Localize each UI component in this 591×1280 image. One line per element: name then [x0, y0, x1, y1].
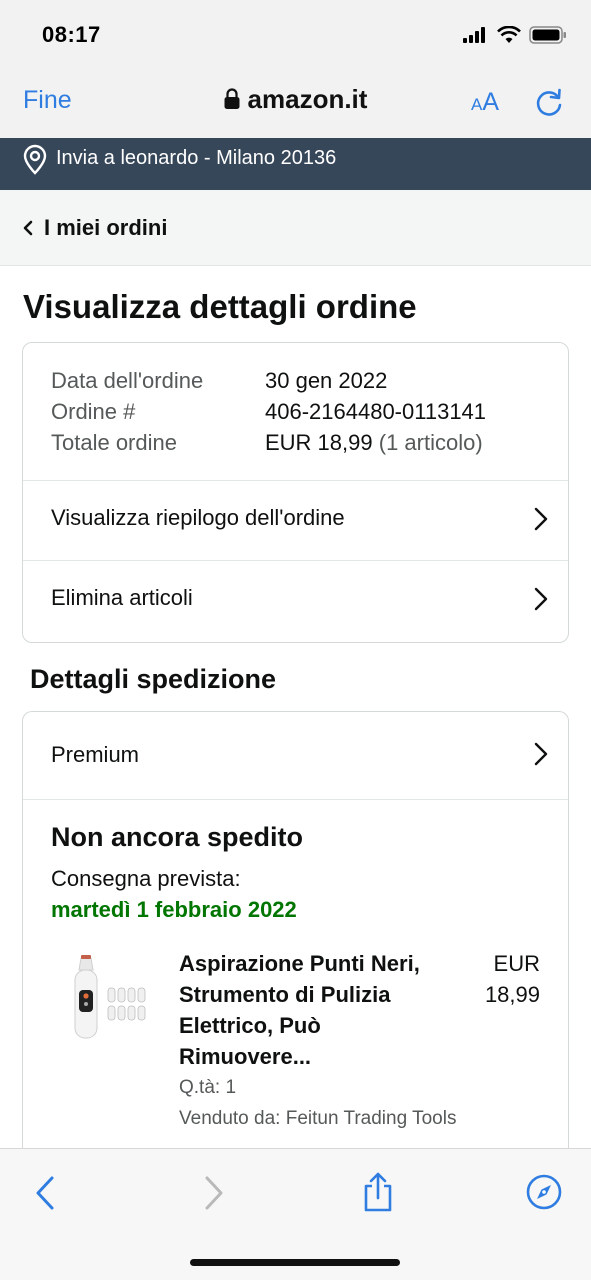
text-size-button[interactable]: AA [471, 88, 499, 117]
chevron-right-icon [534, 587, 548, 611]
deliver-to-bar[interactable]: Invia a leonardo - Milano 20136 [0, 138, 591, 190]
page-title: Visualizza dettagli ordine [23, 288, 417, 325]
order-total-label: Totale ordine [51, 430, 177, 455]
product-seller: Venduto da: Feitun Trading Tools [179, 1108, 457, 1129]
order-date-value: 30 gen 2022 [265, 368, 388, 393]
view-order-summary-label: Visualizza riepilogo dell'ordine [51, 505, 345, 530]
url-field[interactable]: amazon.it [0, 84, 591, 115]
lock-icon [224, 88, 240, 109]
deliver-to-text: Invia a leonardo - Milano 20136 [56, 147, 337, 169]
shipping-section-title: Dettagli spedizione [30, 664, 277, 694]
breadcrumb-label: I miei ordini [44, 215, 168, 240]
breadcrumb[interactable]: I miei ordini [0, 190, 591, 266]
share-icon[interactable] [361, 1171, 395, 1213]
delete-items-label: Elimina articoli [51, 585, 193, 610]
order-number-label: Ordine # [51, 399, 136, 424]
order-info-row: Ordine # 406-2164480-0113141 [51, 396, 486, 427]
order-number-value: 406-2164480-0113141 [265, 399, 487, 424]
compass-icon[interactable] [525, 1173, 563, 1211]
location-pin-icon [23, 144, 47, 175]
url-text: amazon.it [247, 84, 368, 114]
chevron-left-icon [23, 220, 33, 236]
product-price: EUR 18,99 [450, 948, 540, 1010]
order-info-row: Data dell'ordine 30 gen 2022 [51, 365, 486, 396]
forward-icon[interactable] [203, 1175, 225, 1211]
estimated-delivery-label: Consegna prevista: [51, 866, 241, 891]
wifi-icon [497, 26, 521, 43]
premium-shipping-row[interactable]: Premium [23, 712, 568, 800]
premium-label: Premium [51, 742, 140, 767]
reload-icon[interactable] [534, 86, 564, 118]
product-image[interactable] [63, 950, 153, 1050]
product-quantity: Q.tà: 1 [179, 1077, 237, 1098]
product-price-amount: 18,99 [484, 982, 540, 1007]
order-info-row: Totale ordine EUR 18,99 (1 articolo) [51, 427, 486, 458]
home-indicator [190, 1259, 400, 1266]
view-order-summary-link[interactable]: Visualizza riepilogo dell'ordine [23, 480, 568, 560]
order-summary-card: Data dell'ordine 30 gen 2022 Ordine # 40… [22, 342, 569, 643]
delete-items-link[interactable]: Elimina articoli [23, 560, 568, 640]
browser-address-bar: Fine amazon.it AA [0, 72, 591, 138]
chevron-right-icon [534, 742, 548, 766]
estimated-delivery-date: martedì 1 febbraio 2022 [51, 897, 297, 922]
product-price-currency: EUR [493, 951, 540, 976]
back-icon[interactable] [34, 1175, 56, 1211]
shipping-card: Premium Non ancora spedito Consegna prev… [22, 711, 569, 1171]
shipment-status: Non ancora spedito [51, 822, 304, 852]
battery-icon [529, 26, 566, 44]
order-total-amount: EUR 18,99 [265, 430, 373, 455]
order-total-value: EUR 18,99 (1 articolo) [265, 427, 483, 458]
status-icons [463, 26, 567, 44]
status-time: 08:17 [42, 22, 101, 47]
order-item-count: (1 articolo) [378, 430, 483, 455]
order-info: Data dell'ordine 30 gen 2022 Ordine # 40… [51, 365, 486, 458]
product-title-link[interactable]: Aspirazione Punti Neri, Strumento di Pul… [179, 948, 439, 1072]
order-date-label: Data dell'ordine [51, 368, 204, 393]
chevron-right-icon [534, 507, 548, 531]
status-bar: 08:17 [0, 0, 591, 72]
signal-icon [463, 27, 485, 43]
